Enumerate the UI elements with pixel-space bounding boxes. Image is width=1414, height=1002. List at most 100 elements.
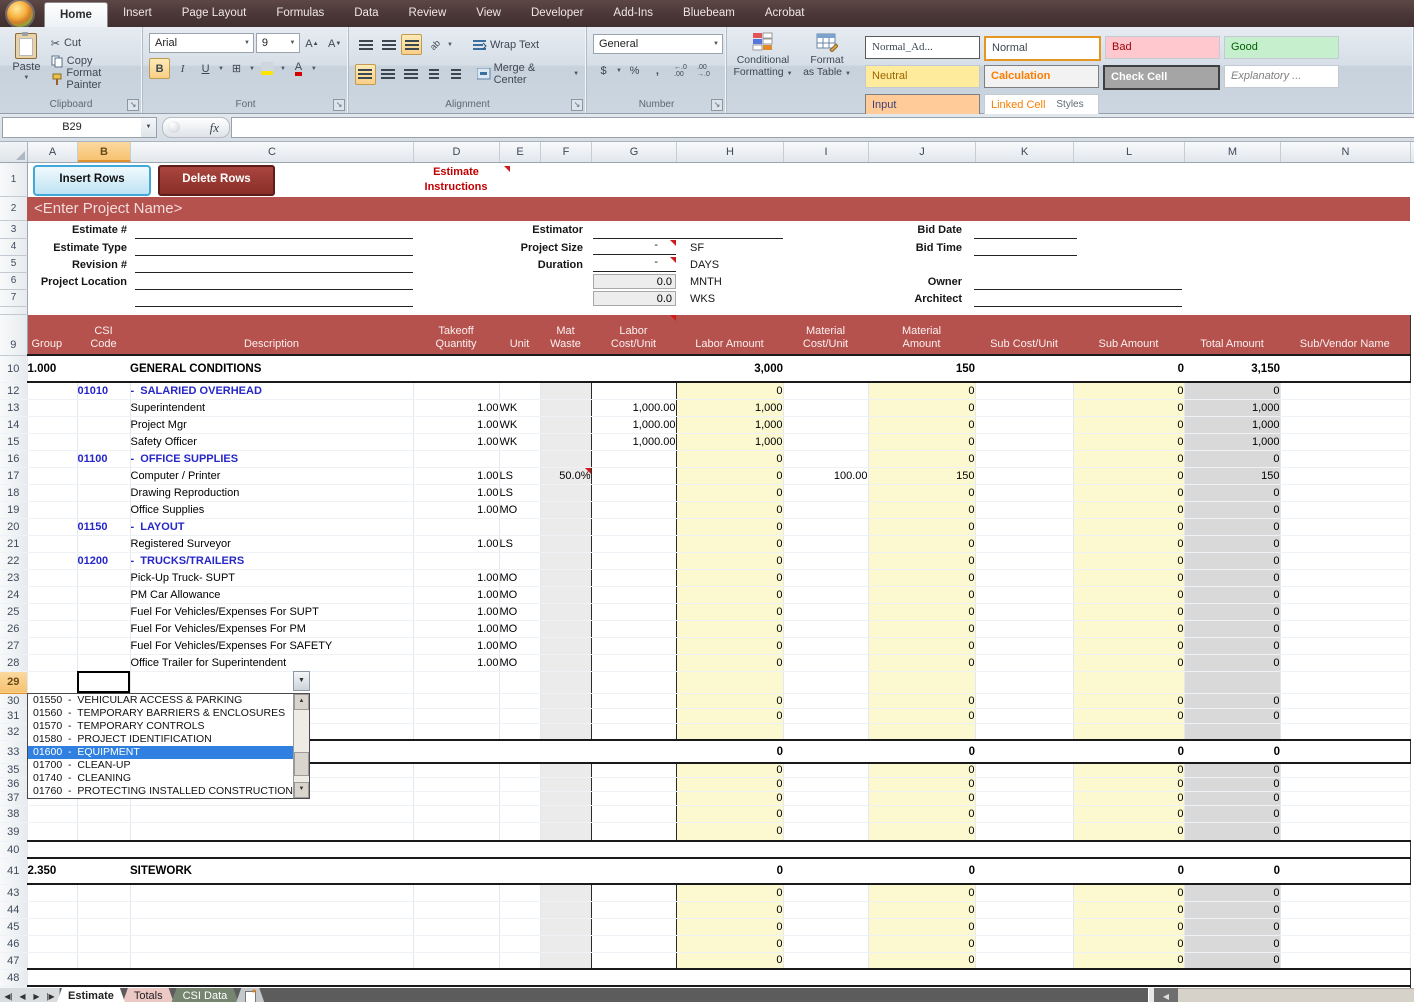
column-header-N[interactable]: N (1281, 142, 1411, 162)
cell-E38[interactable] (499, 805, 541, 823)
cell-K18[interactable] (975, 484, 1074, 502)
cell-C39[interactable] (130, 822, 414, 842)
cell-N36[interactable] (1280, 777, 1411, 792)
cell-A29[interactable] (27, 671, 78, 694)
cell-N38[interactable] (1280, 805, 1411, 823)
cell-M41[interactable]: 0 (1184, 857, 1280, 885)
cell-G10[interactable] (591, 354, 676, 383)
cell-J30[interactable]: 0 (868, 693, 976, 709)
cell-D33[interactable] (413, 739, 499, 764)
cell-M44[interactable]: 0 (1184, 901, 1281, 919)
cell-I22[interactable] (783, 552, 869, 570)
cell-L28[interactable]: 0 (1073, 654, 1185, 672)
ribbon-tab-home[interactable]: Home (44, 2, 108, 27)
decrease-indent-button[interactable] (423, 64, 444, 85)
cell-M30[interactable]: 0 (1184, 693, 1281, 709)
cell-J18[interactable]: 0 (868, 484, 976, 502)
bid-time-field[interactable] (974, 239, 1077, 256)
cell-H23[interactable]: 0 (676, 569, 784, 587)
cell-D47[interactable] (413, 952, 500, 970)
cell-M29[interactable] (1184, 671, 1281, 694)
font-color-caret-icon[interactable]: ▼ (311, 66, 317, 72)
cell-D19[interactable]: 1.00 (413, 501, 500, 519)
cell-N30[interactable] (1280, 693, 1411, 709)
cell-D30[interactable] (413, 693, 500, 709)
weeks-value-cell[interactable]: 0.0 (593, 291, 676, 306)
cell-F23[interactable] (539, 569, 592, 587)
cell-H29[interactable] (676, 671, 784, 694)
column-header-E[interactable]: E (500, 142, 541, 162)
cell-D20[interactable] (413, 518, 500, 536)
cell-M33[interactable]: 0 (1184, 739, 1280, 764)
cell-E47[interactable] (499, 952, 541, 970)
cell-I46[interactable] (783, 935, 869, 953)
cell-D16[interactable] (413, 450, 500, 468)
cell-I15[interactable] (783, 433, 869, 451)
cell-E44[interactable] (499, 901, 541, 919)
months-value-cell[interactable]: 0.0 (593, 274, 676, 289)
cell-E18[interactable]: LS (499, 484, 541, 502)
cell-C12[interactable]: SALARIED OVERHEAD (130, 382, 414, 400)
row-header-17[interactable]: 17 (0, 467, 28, 485)
cell-F48[interactable] (540, 968, 591, 986)
number-dialog-launcher[interactable]: ↘ (711, 99, 723, 111)
cell-D40[interactable] (413, 840, 499, 858)
cell-M14[interactable]: 1,000 (1184, 416, 1281, 434)
cell-L20[interactable]: 0 (1073, 518, 1185, 536)
cell-G20[interactable] (591, 518, 677, 536)
cell-G15[interactable]: 1,000.00 (591, 433, 677, 451)
cell-D29[interactable] (413, 671, 500, 694)
cell-K23[interactable] (975, 569, 1074, 587)
cell-J44[interactable]: 0 (868, 901, 976, 919)
cell-F12[interactable] (539, 382, 592, 400)
row-header-40[interactable]: 40 (0, 841, 28, 859)
cell-N29[interactable] (1280, 671, 1411, 694)
office-orb-icon[interactable] (7, 1, 33, 27)
ribbon-tab-formulas[interactable]: Formulas (261, 2, 339, 25)
cell-L40[interactable] (1073, 840, 1184, 858)
cell-G26[interactable] (591, 620, 677, 638)
cell-L31[interactable]: 0 (1073, 708, 1185, 724)
cell-A39[interactable] (27, 822, 78, 842)
csi-option-01580[interactable]: 01580 - PROJECT IDENTIFICATION (28, 733, 293, 746)
cell-M36[interactable]: 0 (1184, 777, 1281, 792)
cell-A28[interactable] (27, 654, 78, 672)
select-all-corner[interactable] (0, 142, 28, 162)
cell-I37[interactable] (783, 791, 869, 806)
column-header-I[interactable]: I (784, 142, 869, 162)
duration-field[interactable]: - (593, 256, 676, 272)
row-header-29[interactable]: 29 (0, 671, 28, 694)
cell-N15[interactable] (1280, 433, 1411, 451)
cell-G17[interactable] (591, 467, 677, 485)
row-header-1[interactable]: 1 (0, 163, 28, 197)
cell-G19[interactable] (591, 501, 677, 519)
italic-button[interactable]: I (172, 58, 193, 79)
cell-B14[interactable] (77, 416, 131, 434)
cell-C38[interactable] (130, 805, 414, 823)
csi-option-01600[interactable]: 01600 - EQUIPMENT (28, 746, 293, 759)
cell-J29[interactable] (868, 671, 976, 694)
cell-J40[interactable] (868, 840, 975, 858)
wrap-text-button[interactable]: Wrap Text (469, 37, 543, 53)
column-header-M[interactable]: M (1185, 142, 1281, 162)
cell-A25[interactable] (27, 603, 78, 621)
row-header-2[interactable]: 2 (0, 197, 28, 221)
cell-M21[interactable]: 0 (1184, 535, 1281, 553)
cell-A16[interactable] (27, 450, 78, 468)
cell-F40[interactable] (540, 840, 591, 858)
cell-D41[interactable] (413, 857, 499, 885)
paste-button[interactable]: Paste ▼ (4, 30, 49, 88)
header-cell-C9[interactable]: Description (130, 315, 413, 355)
csi-option-01550[interactable]: 01550 - VEHICULAR ACCESS & PARKING (28, 694, 293, 707)
cell-C41[interactable]: SITEWORK (130, 857, 413, 885)
cell-B25[interactable] (77, 603, 131, 621)
cell-E37[interactable] (499, 791, 541, 806)
cell-H18[interactable]: 0 (676, 484, 784, 502)
cell-H30[interactable]: 0 (676, 693, 784, 709)
cell-M15[interactable]: 1,000 (1184, 433, 1281, 451)
cell-D43[interactable] (413, 884, 500, 902)
cell-L13[interactable]: 0 (1073, 399, 1185, 417)
cell-J27[interactable]: 0 (868, 637, 976, 655)
row-header-44[interactable]: 44 (0, 901, 28, 919)
cell-A47[interactable] (27, 952, 78, 970)
